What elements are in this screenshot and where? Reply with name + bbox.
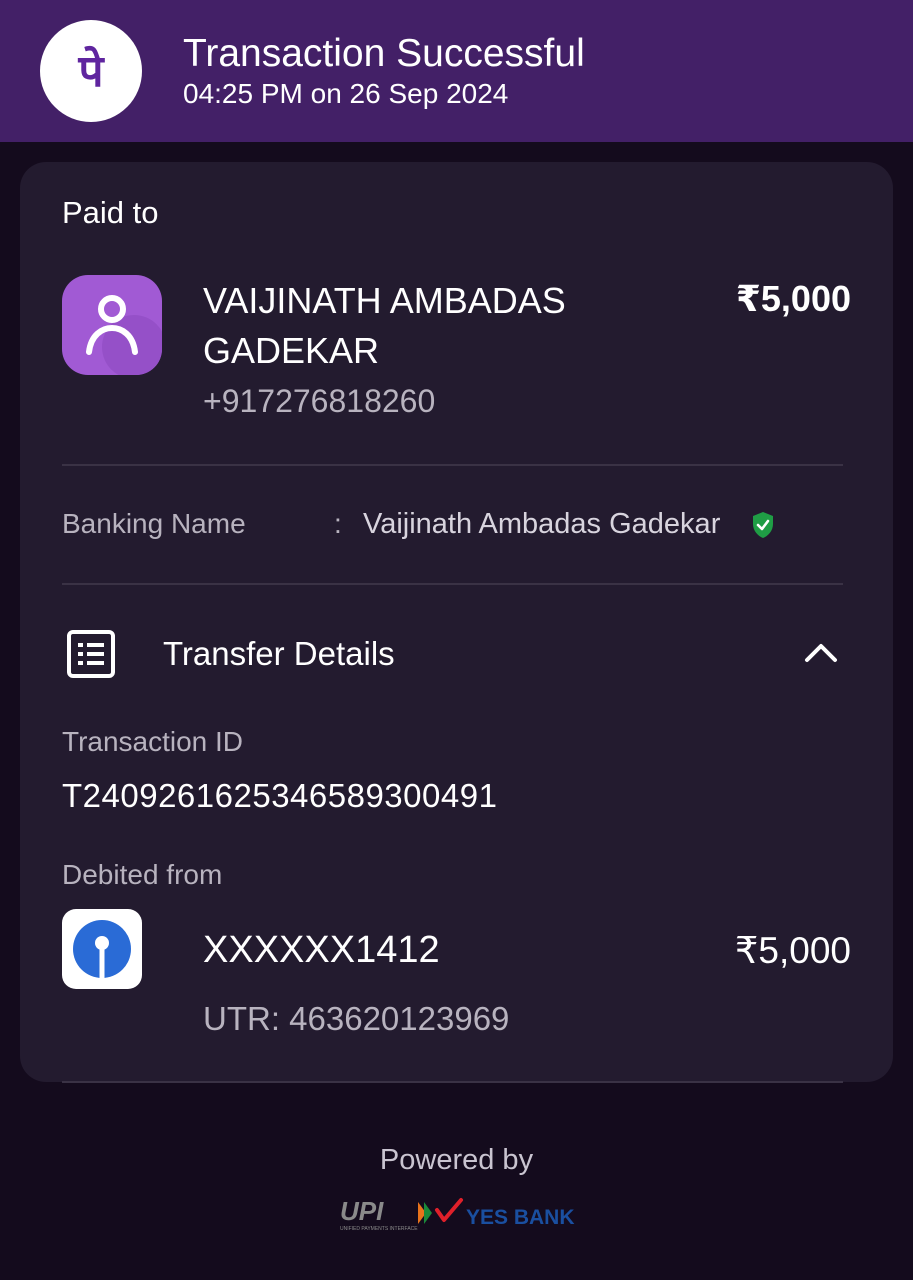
partner-logos: UPI UNIFIED PAYMENTS INTERFACE YES BANK: [340, 1196, 580, 1236]
transfer-details-title[interactable]: Transfer Details: [163, 635, 395, 673]
upi-tagline: UNIFIED PAYMENTS INTERFACE: [340, 1226, 418, 1232]
sbi-logo-icon: [62, 909, 142, 989]
payee-name: VAIJINATH AMBADAS GADEKAR: [203, 280, 566, 371]
transaction-timestamp: 04:25 PM on 26 Sep 2024: [183, 78, 509, 109]
phonepe-logo-icon: पे: [40, 20, 142, 122]
divider: [62, 1081, 843, 1083]
banking-name-label: Banking Name: [62, 508, 246, 539]
divider: [62, 464, 843, 466]
yes-bank-text: YES BANK: [466, 1206, 575, 1229]
debit-account-number: XXXXXX1412: [203, 929, 440, 971]
debit-amount: ₹5,000: [734, 930, 851, 971]
paid-to-label: Paid to: [62, 195, 159, 230]
transaction-id-value[interactable]: T2409261625346589300491: [62, 777, 497, 815]
payee-phone: +917276818260: [203, 383, 436, 419]
transaction-card: Paid to VAIJINATH AMBADAS GADEKAR +91727…: [20, 162, 893, 1082]
divider: [62, 583, 843, 585]
person-icon: [62, 275, 162, 375]
transaction-id-label: Transaction ID: [62, 726, 244, 757]
verified-shield-icon: [751, 511, 775, 544]
phonepe-logo-text: पे: [78, 45, 106, 97]
utr-number[interactable]: UTR: 463620123969: [203, 1000, 509, 1038]
upi-logo-icon: UPI UNIFIED PAYMENTS INTERFACE: [340, 1196, 432, 1232]
debited-from-label: Debited from: [62, 859, 223, 890]
paid-amount: ₹5,000: [735, 278, 851, 319]
transaction-status-title: Transaction Successful: [183, 32, 585, 75]
chevron-up-icon[interactable]: [803, 640, 839, 669]
upi-logo-text: UPI: [340, 1196, 384, 1226]
list-document-icon: [66, 629, 116, 684]
banking-name-separator: :: [334, 508, 342, 539]
powered-by-label: Powered by: [379, 1144, 534, 1176]
header-bar: पे Transaction Successful 04:25 PM on 26…: [0, 0, 913, 142]
banking-name-value: Vaijinath Ambadas Gadekar: [363, 508, 721, 540]
yes-bank-logo-icon: YES BANK: [435, 1198, 575, 1229]
